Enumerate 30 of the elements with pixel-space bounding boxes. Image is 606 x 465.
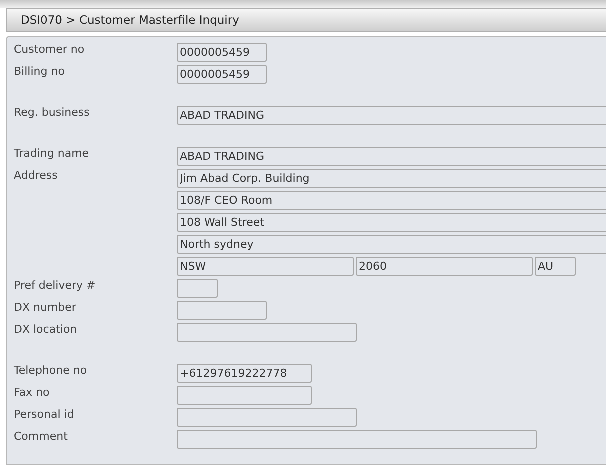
field-label: Address xyxy=(14,169,59,184)
input-field[interactable]: North sydney xyxy=(177,235,606,254)
field-label: DX location xyxy=(14,323,78,338)
field-label: Telephone no xyxy=(14,364,88,379)
field-label: Personal id xyxy=(14,408,76,423)
input-field[interactable]: ABAD TRADING xyxy=(177,106,606,125)
input-field[interactable] xyxy=(177,386,312,405)
input-field[interactable]: ABAD TRADING xyxy=(177,147,606,166)
field-label: Comment xyxy=(14,430,69,445)
input-field[interactable]: 108 Wall Street xyxy=(177,213,606,232)
input-field[interactable]: NSW xyxy=(177,257,354,276)
input-field[interactable]: 108/F CEO Room xyxy=(177,191,606,210)
field-label: Customer no xyxy=(14,43,86,58)
field-label: Reg. business xyxy=(14,106,91,121)
field-label: Billing no xyxy=(14,65,66,80)
input-field[interactable]: 2060 xyxy=(356,257,533,276)
input-field[interactable]: 0000005459 xyxy=(177,65,267,84)
input-field[interactable] xyxy=(177,279,218,298)
field-label: DX number xyxy=(14,301,78,316)
input-field[interactable]: AU xyxy=(535,257,576,276)
input-field[interactable] xyxy=(177,323,357,342)
field-label: Pref delivery # xyxy=(14,279,97,294)
input-field[interactable]: 0000005459 xyxy=(177,43,267,62)
input-field[interactable] xyxy=(177,301,267,320)
field-label: Trading name xyxy=(14,147,90,162)
input-field[interactable]: +61297619222778 xyxy=(177,364,312,383)
input-field[interactable] xyxy=(177,408,357,427)
page-header: DSI070 > Customer Masterfile Inquiry xyxy=(6,8,606,32)
input-field[interactable] xyxy=(177,430,537,449)
field-label: Fax no xyxy=(14,386,51,401)
